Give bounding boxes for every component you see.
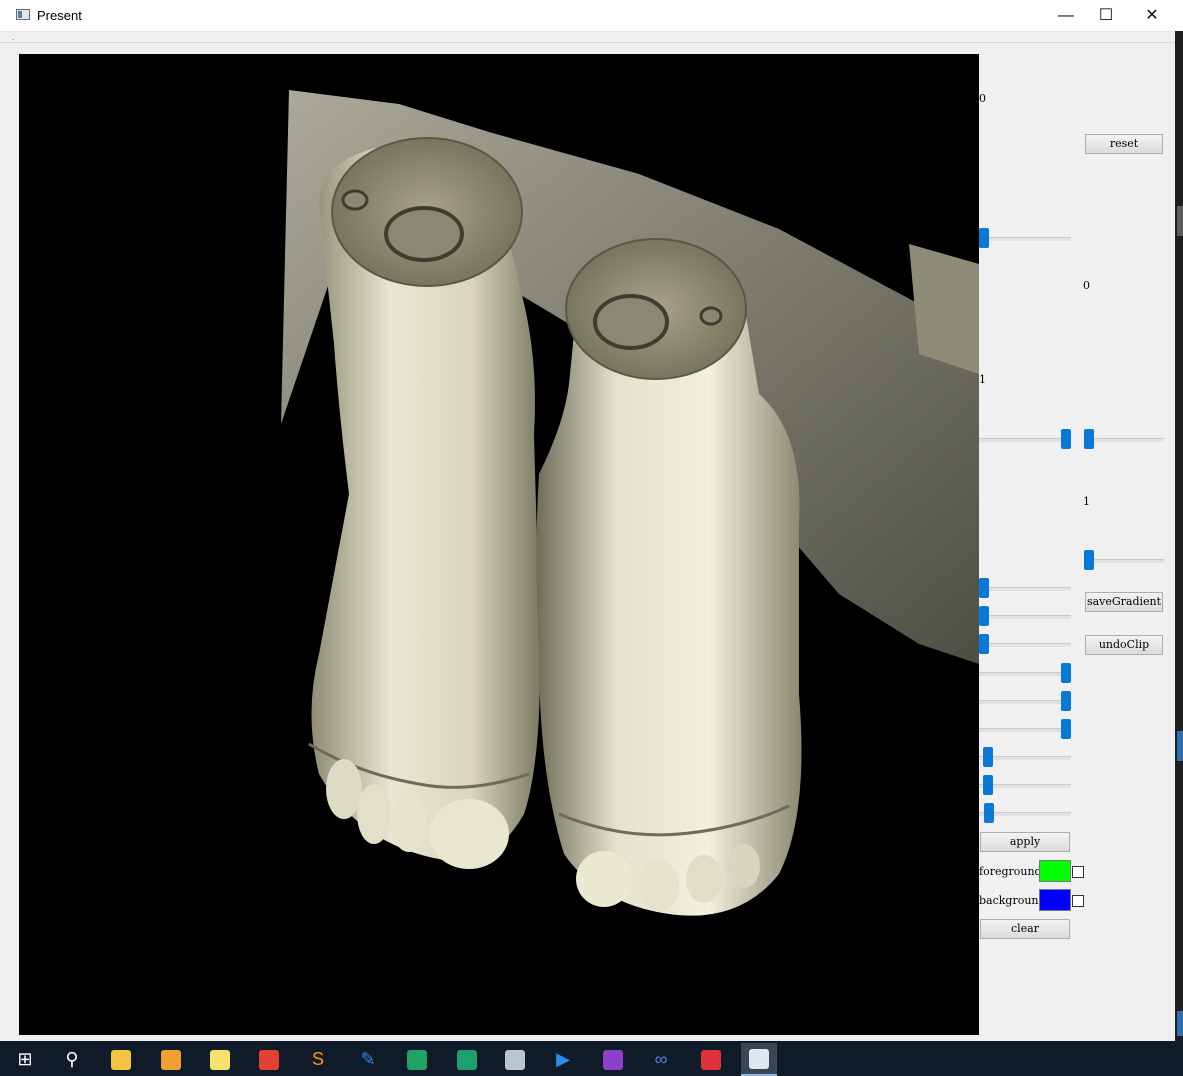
taskbar: ⊞ ⚲ S ✎ ▶ ∞ [0,1041,1183,1076]
apply-button[interactable]: apply [980,832,1070,852]
present-window-icon[interactable] [741,1043,777,1076]
background-color-swatch[interactable] [1039,889,1071,911]
channel-slider-6[interactable] [979,717,1071,741]
opacity-slider[interactable] [979,226,1071,250]
sticky-notes-icon-glyph [210,1049,230,1070]
channel-slider-4[interactable] [979,661,1071,685]
slider-groove [979,615,1071,619]
channel-slider-9[interactable] [979,801,1071,825]
value-label-top: 0 [979,92,986,105]
app-green-2-icon-glyph [457,1049,477,1070]
foreground-label: foreground [979,865,1042,878]
background-window-edge [1175,31,1183,1041]
background-checkbox[interactable] [1072,895,1084,907]
slider-handle[interactable] [983,747,993,767]
channel-slider-7[interactable] [979,745,1071,769]
present-window-icon-glyph [749,1048,769,1069]
slider-groove [979,643,1071,647]
slider-handle[interactable] [1061,429,1071,449]
channel-slider-1[interactable] [979,576,1071,600]
reset-button[interactable]: reset [1085,134,1163,154]
window-title: Present [37,8,82,23]
app-green-2-icon[interactable] [449,1043,485,1076]
foreground-color-swatch[interactable] [1039,860,1071,882]
chrome-icon-glyph [259,1049,279,1070]
slider-handle[interactable] [979,578,989,598]
undo-clip-button[interactable]: undoClip [1085,635,1163,655]
slider-groove [1084,559,1164,563]
close-button[interactable]: ✕ [1129,0,1175,31]
sticky-notes-icon[interactable] [202,1043,238,1076]
channel-slider-2[interactable] [979,604,1071,628]
slider-handle[interactable] [979,634,989,654]
background-label: background [979,894,1046,907]
file-explorer-icon[interactable] [103,1043,139,1076]
channel-slider-8[interactable] [979,773,1071,797]
visual-studio-icon[interactable] [595,1043,631,1076]
file-explorer-icon-glyph [111,1049,131,1070]
slider-groove [979,587,1071,591]
visual-studio-icon-glyph [603,1049,623,1070]
slider-groove [979,672,1071,676]
app-green-icon-glyph [407,1049,427,1070]
app-red-icon-glyph [701,1049,721,1070]
slider-groove [979,237,1071,241]
value-label-left: 1 [979,373,986,386]
slider-groove [1084,438,1164,442]
paint-icon-glyph [505,1049,525,1070]
range-slider-left[interactable] [979,427,1071,451]
app-window-icon [16,9,30,20]
menu-bar[interactable]: . [0,32,1175,43]
slider-handle[interactable] [1084,429,1094,449]
sublime-text-icon[interactable]: S [300,1043,336,1076]
slider-handle[interactable] [984,803,994,823]
search-icon[interactable]: ⚲ [54,1043,90,1076]
slider-groove [979,438,1071,442]
slider-handle[interactable] [1084,550,1094,570]
clear-button[interactable]: clear [980,919,1070,939]
slider-handle[interactable] [1061,663,1071,683]
paint-icon[interactable] [497,1043,533,1076]
foreground-checkbox[interactable] [1072,866,1084,878]
channel-slider-5[interactable] [979,689,1071,713]
range-slider-right[interactable] [1084,427,1164,451]
slider-handle[interactable] [979,228,989,248]
maximize-button[interactable]: ☐ [1083,0,1129,31]
chrome-icon[interactable] [251,1043,287,1076]
slider-handle[interactable] [979,606,989,626]
right-slider[interactable] [1084,548,1164,572]
slider-groove [979,728,1071,732]
image-viewer-icon-glyph [161,1049,181,1070]
start-icon[interactable]: ⊞ [7,1043,43,1076]
slider-handle[interactable] [1061,691,1071,711]
app-red-icon[interactable] [693,1043,729,1076]
value-label-right: 0 [1083,279,1090,292]
volume-render-image [281,90,979,916]
save-gradient-button[interactable]: saveGradient [1085,592,1163,612]
slider-handle[interactable] [983,775,993,795]
editor-icon[interactable]: ✎ [350,1043,386,1076]
title-bar: Present — ☐ ✕ [0,0,1183,32]
image-viewer-icon[interactable] [153,1043,189,1076]
menu-grip: . [12,33,15,42]
value-label-right-2: 1 [1083,495,1090,508]
render-viewport[interactable] [19,54,979,1035]
slider-handle[interactable] [1061,719,1071,739]
infinity-icon[interactable]: ∞ [643,1043,679,1076]
app-green-icon[interactable] [399,1043,435,1076]
slider-groove [979,700,1071,704]
media-player-icon[interactable]: ▶ [545,1043,581,1076]
channel-slider-3[interactable] [979,632,1071,656]
